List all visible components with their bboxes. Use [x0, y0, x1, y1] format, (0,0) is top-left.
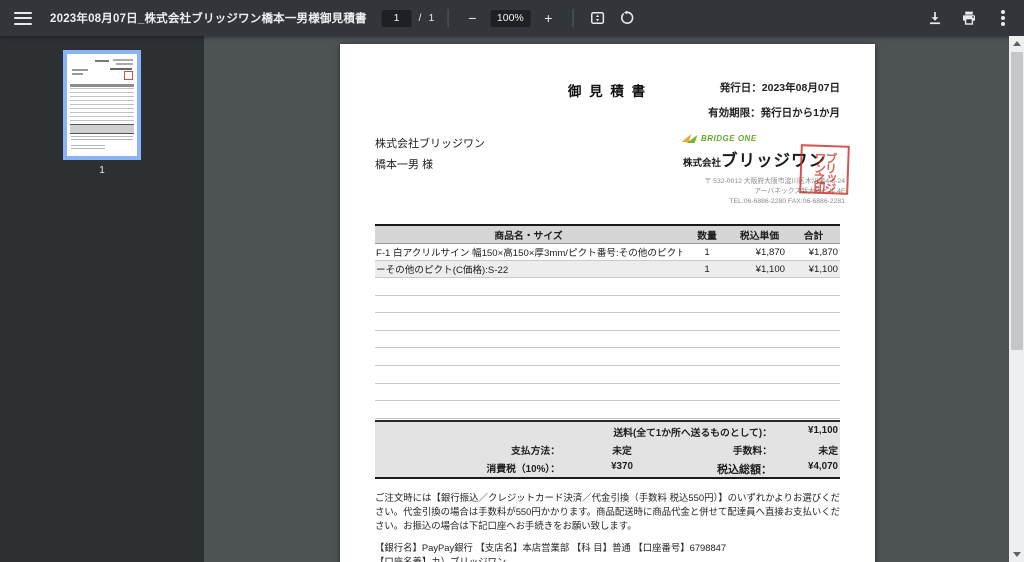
fit-to-page-button[interactable]: [586, 7, 608, 29]
page-thumbnail-preview: [63, 50, 141, 160]
vertical-scrollbar[interactable]: [1009, 36, 1024, 562]
col-header-unit-price: 税込単価: [739, 230, 780, 242]
col-header-name: 商品名・サイズ: [494, 230, 563, 242]
table-header-row: 商品名・サイズ 数量 税込単価 合計: [375, 224, 840, 244]
scroll-down-arrow[interactable]: [1009, 547, 1024, 562]
thumbnail-stamp-mark: [124, 71, 133, 80]
bank-line-1: 【銀行名】PayPay銀行 【支店名】本店営業部 【科 目】普通 【口座番号】6…: [375, 542, 727, 553]
validity-period: 有効期限：発行日から1か月: [708, 107, 840, 119]
document-title: 2023年08月07日_株式会社ブリッジワン橋本一男様御見積書: [50, 13, 367, 25]
col-header-qty: 数量: [697, 230, 717, 242]
thumbnail-sidebar: 1: [0, 36, 204, 562]
empty-table-row: [375, 384, 840, 402]
menu-icon[interactable]: [14, 11, 32, 25]
pdf-viewer-area[interactable]: 御 見 積 書 発行日：2023年08月07日 有効期限：発行日から1か月 株式…: [204, 36, 1009, 562]
toolbar-center-controls: 1 / 1 − 100% +: [381, 0, 638, 36]
pdf-page: 御 見 積 書 発行日：2023年08月07日 有効期限：発行日から1か月 株式…: [340, 44, 875, 562]
zoom-level-input[interactable]: 100%: [490, 9, 531, 27]
shipping-label: 送料(全て1か所へ送るものとして)：: [613, 428, 772, 439]
grand-total-label: 税込総額：: [717, 464, 772, 476]
page-total: 1: [428, 12, 435, 24]
scroll-up-arrow[interactable]: [1009, 36, 1024, 51]
fit-to-page-icon: [590, 12, 604, 24]
print-icon: [963, 11, 975, 25]
download-icon: [930, 12, 940, 25]
items-table: 商品名・サイズ 数量 税込単価 合計 F-1 白アクリルサイン 幅150×高15…: [375, 224, 840, 419]
recipient-company: 株式会社ブリッジワン: [375, 138, 485, 150]
company-seal-stamp: ブリッジワン之印: [799, 144, 850, 195]
bank-account-info: 【銀行名】PayPay銀行 【支店名】本店営業部 【科 目】普通 【口座番号】6…: [375, 541, 840, 562]
thumbnail-page-number: 1: [99, 165, 105, 176]
logo-mountain-icon: [681, 134, 698, 143]
up-arrow-icon: [1012, 41, 1021, 46]
grand-total-value: ¥4,070: [808, 461, 838, 472]
payment-row: 支払方法： 未定 手数料： 未定: [375, 440, 840, 458]
scrollbar-thumb[interactable]: [1010, 52, 1023, 350]
tax-label: 消費税（10%）：: [486, 464, 561, 475]
empty-table-row: [375, 348, 840, 366]
empty-table-row: [375, 313, 840, 331]
more-options-button[interactable]: [992, 7, 1014, 29]
logo-text: BRIDGE ONE: [701, 134, 757, 143]
empty-table-row: [375, 366, 840, 384]
thumbnail-preview: [95, 60, 109, 62]
payment-method-label: 支払方法：: [511, 446, 560, 457]
empty-table-row: [375, 278, 840, 296]
fee-label: 手数料：: [732, 446, 772, 457]
payment-notes: ご注文時には【銀行振込／クレジットカード決済／代金引換（手数料 税込550円）】…: [375, 492, 840, 531]
shipping-row: 送料(全て1か所へ送るものとして)： ¥1,100: [375, 422, 840, 440]
print-button[interactable]: [958, 7, 980, 29]
vendor-block: BRIDGE ONE 株式会社ブリッジワン 〒 532-0012 大阪府大阪市淀…: [677, 132, 850, 207]
tax-value: ¥370: [611, 461, 633, 472]
table-row: F-1 白アクリルサイン 幅150×高150×厚3mm/ピクト番号:その他のピク…: [375, 244, 840, 261]
toolbar-right-controls: [924, 0, 1014, 36]
page-thumbnail[interactable]: 1: [63, 50, 141, 176]
page-number-input[interactable]: 1: [381, 9, 412, 27]
zoom-out-button[interactable]: −: [461, 7, 483, 29]
kebab-menu-icon: [1001, 16, 1005, 20]
payment-method-value: 未定: [612, 446, 632, 457]
empty-table-row: [375, 296, 840, 314]
down-arrow-icon: [1012, 552, 1021, 557]
issue-date: 発行日：2023年08月07日: [719, 82, 840, 94]
page-separator: /: [418, 12, 422, 24]
rotate-button[interactable]: [615, 7, 637, 29]
download-button[interactable]: [924, 7, 946, 29]
vendor-logo: BRIDGE ONE: [681, 132, 845, 145]
empty-table-row: [375, 331, 840, 349]
table-row: ーその他のピクト(C価格):S-22 1 ¥1,100 ¥1,100: [375, 261, 840, 278]
shipping-value: ¥1,100: [808, 425, 838, 436]
empty-table-row: [375, 401, 840, 419]
rotate-ccw-icon: [620, 10, 634, 24]
bank-line-2: 【口座名義】カ）ブリッジワン: [375, 556, 507, 562]
toolbar-divider: [447, 9, 449, 27]
toolbar-divider: [572, 9, 574, 27]
totals-section: 送料(全て1か所へ送るものとして)： ¥1,100 支払方法： 未定 手数料： …: [375, 420, 840, 479]
tax-row: 消費税（10%）： ¥370 税込総額： ¥4,070: [375, 458, 840, 476]
pdf-toolbar: 2023年08月07日_株式会社ブリッジワン橋本一男様御見積書 1 / 1 − …: [0, 0, 1024, 36]
fee-value: 未定: [818, 446, 838, 457]
recipient-person: 橋本一男 様: [375, 159, 434, 171]
zoom-in-button[interactable]: +: [537, 7, 559, 29]
col-header-total: 合計: [803, 230, 824, 242]
